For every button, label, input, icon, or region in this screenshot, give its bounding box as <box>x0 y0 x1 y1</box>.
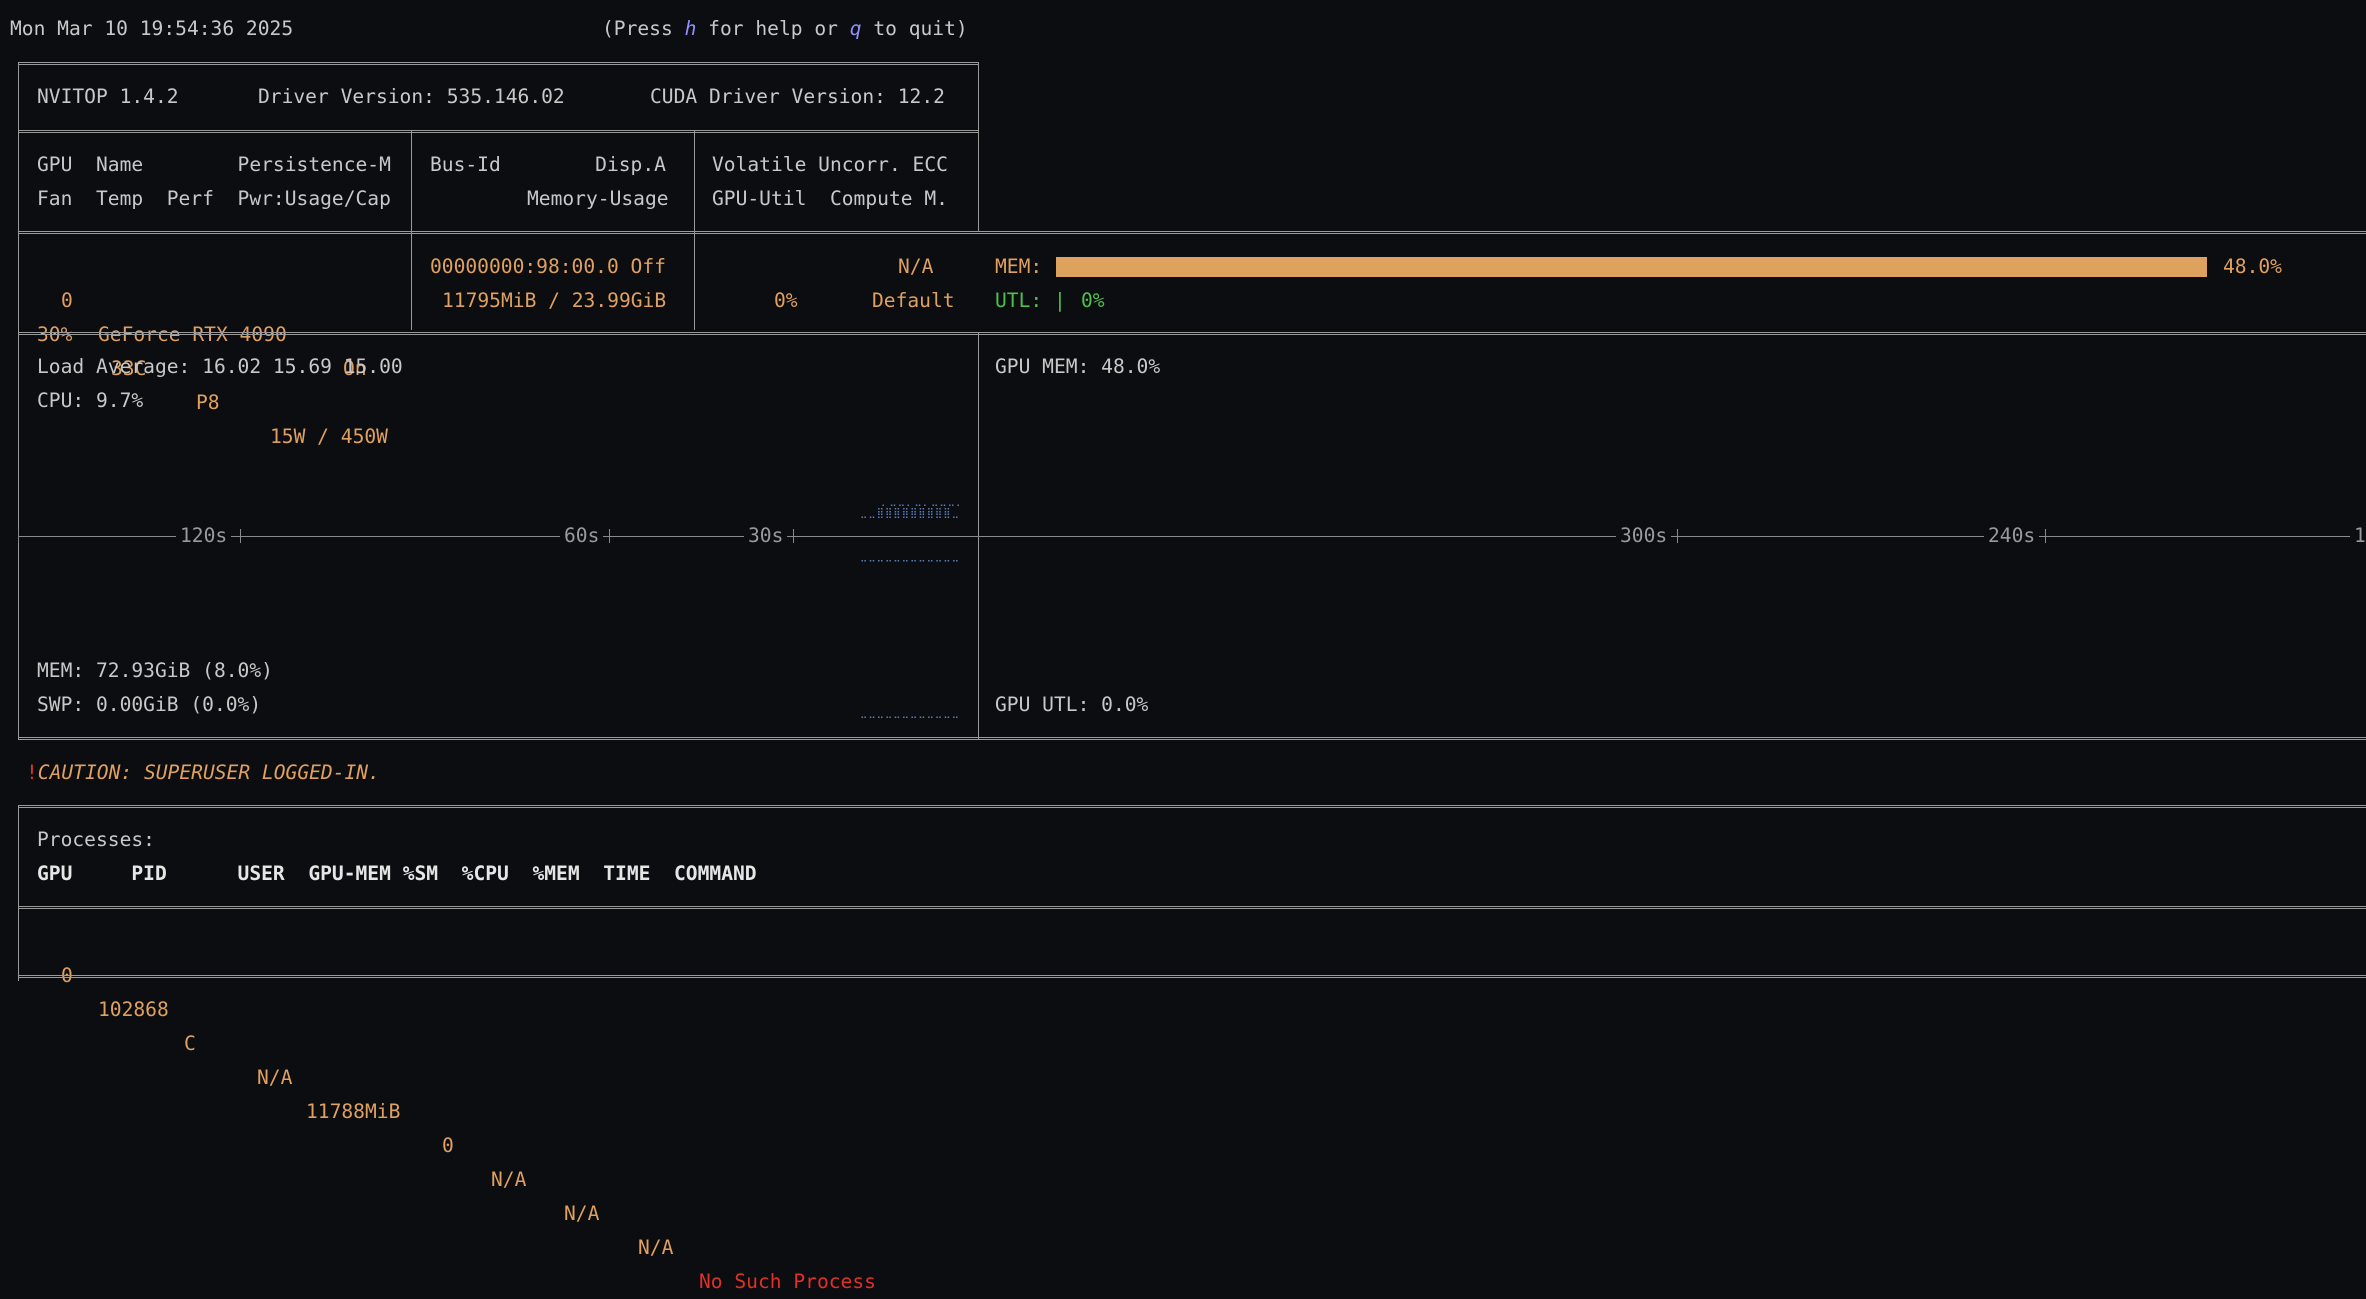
disp-value: Off <box>630 255 666 278</box>
gpu-bus-id: 00000000:98:00.0 Off <box>430 250 666 284</box>
datetime: Mon Mar 10 19:54:36 2025 <box>10 17 294 40</box>
gpu-utl-bar: | <box>1054 289 1066 312</box>
load-average: Load Average: 16.02 15.69 15.00 <box>37 355 403 378</box>
axis-label-1: 1 <box>2350 519 2366 553</box>
host-panel-bottom-border <box>18 737 2366 740</box>
gpu-utl-label: UTL: <box>995 289 1043 312</box>
header-volatile-ecc: Volatile Uncorr. ECC <box>712 153 948 176</box>
version-box-top-border <box>18 62 978 65</box>
help-prefix: (Press <box>602 17 685 40</box>
left-border-lower <box>18 130 19 740</box>
process-user: N/A <box>257 1066 293 1089</box>
processes-top-border <box>18 805 2366 808</box>
column-divider-1 <box>411 130 412 330</box>
processes-left-border <box>18 805 19 981</box>
processes-header-separator <box>18 906 2366 909</box>
version-separator <box>18 130 978 133</box>
axis-label-60s: 60s <box>560 519 604 553</box>
driver-version: Driver Version: 535.146.02 <box>258 85 565 108</box>
gpu-header-separator <box>18 231 2366 234</box>
processes-headers-text: GPU PID USER GPU-MEM %SM %CPU %MEM TIME … <box>37 862 757 885</box>
axis-tick <box>240 529 241 543</box>
process-cpu: N/A <box>491 1168 527 1191</box>
swp-history-sparkline: ⣀⣀⣀⣀⣀⣀⣀⣀⣀⣀⣀⣀ <box>860 708 960 719</box>
gpu-utl-history-label: GPU UTL: 0.0% <box>995 693 1149 716</box>
axis-label-30s: 30s <box>744 519 788 553</box>
process-mem: N/A <box>564 1202 600 1225</box>
gpu-ecc: N/A <box>898 255 934 278</box>
gpu-mem-history-label: GPU MEM: 48.0% <box>995 355 1161 378</box>
help-key[interactable]: h <box>685 17 697 40</box>
process-type: C <box>184 1032 196 1055</box>
gpu-util: 0% <box>774 289 798 312</box>
mem-history-sparkline: ⠉⠉⠉⠉⠉⠉⠉⠉⠉⠉⠉⠉ <box>860 560 960 571</box>
gpu-power: 15W / 450W <box>270 425 388 448</box>
process-time: N/A <box>638 1236 674 1259</box>
gpu-compute-mode: Default <box>872 289 955 312</box>
host-swap: SWP: 0.00GiB (0.0%) <box>37 693 262 716</box>
cpu-history-sparkline: ⡀⣀⣀⡀⣀⡀⣀⣀⣀⡀ <box>860 496 965 507</box>
cuda-version: CUDA Driver Version: 12.2 <box>650 85 945 108</box>
cpu-history-sparkline-base: ⣀⣀⣿⣿⣿⣿⣿⣿⣿⣿⣿⣀ <box>860 508 960 519</box>
nvitop-version: NVITOP 1.4.2 <box>37 85 179 108</box>
caution-banner: !CAUTION: SUPERUSER LOGGED-IN. <box>26 756 380 790</box>
help-hint: (Press h for help or q to quit) <box>602 12 968 46</box>
process-command: No Such Process <box>699 1270 876 1293</box>
header-memory-usage: Memory-Usage <box>527 187 669 210</box>
gpu-memory-usage: 11795MiB / 23.99GiB <box>442 289 667 312</box>
process-gpu-mem: 11788MiB <box>306 1100 401 1123</box>
process-pid: 102868 <box>98 998 169 1021</box>
gpu-mem-percent: 48.0% <box>2223 255 2282 278</box>
axis-label-300s: 300s <box>1616 519 1672 553</box>
header-fan-temp-perf-pwr: Fan Temp Perf Pwr:Usage/Cap <box>37 187 391 210</box>
gpu-rows-separator <box>18 332 2366 335</box>
gpu-row-2[interactable]: 30% 33C P8 15W / 450W <box>37 284 403 448</box>
header-busid-disp-text: Bus-Id Disp.A <box>430 153 666 176</box>
processes-title: Processes: <box>37 828 155 851</box>
gpu-mem-label: MEM: <box>995 255 1043 278</box>
header-busid-disp: Bus-Id Disp.A <box>430 148 676 182</box>
axis-label-120s: 120s <box>176 519 232 553</box>
process-row[interactable]: 0 102868 C N/A 11788MiB 0 N/A N/A N/A No… <box>37 925 937 1293</box>
column-divider-2 <box>694 130 695 330</box>
host-mem: MEM: 72.93GiB (8.0%) <box>37 659 273 682</box>
caution-text: CAUTION: SUPERUSER LOGGED-IN. <box>37 761 380 784</box>
process-sm: 0 <box>442 1134 454 1157</box>
axis-tick <box>18 529 19 543</box>
gpu-fan: 30% <box>37 323 73 346</box>
gpu-name: GeForce RTX 4090 <box>98 323 287 346</box>
processes-bottom-border <box>18 975 2366 978</box>
axis-tick <box>793 529 794 543</box>
axis-label-240s: 240s <box>1984 519 2040 553</box>
right-border <box>978 62 979 232</box>
help-mid: for help or <box>696 17 850 40</box>
gpu-perf: P8 <box>196 391 220 414</box>
caution-mark: ! <box>26 761 38 784</box>
gpu-row-1[interactable]: 0 GeForce RTX 4090 On <box>37 250 403 380</box>
cpu-percent: CPU: 9.7% <box>37 389 144 412</box>
axis-tick <box>609 529 610 543</box>
header-gpu-name-persistence: GPU Name Persistence-M <box>37 153 391 176</box>
axis-tick <box>1677 529 1678 543</box>
header-gpu-util-compute: GPU-Util Compute M. <box>712 187 948 210</box>
quit-key[interactable]: q <box>850 17 862 40</box>
gpu-mem-bar <box>1056 257 2207 277</box>
gpu-utl-percent: 0% <box>1081 289 1105 312</box>
axis-tick <box>2045 529 2046 543</box>
help-suffix: to quit) <box>861 17 968 40</box>
processes-headers: GPU PID USER GPU-MEM %SM %CPU %MEM TIME … <box>37 857 757 891</box>
bus-id-value: 00000000:98:00.0 <box>430 255 619 278</box>
